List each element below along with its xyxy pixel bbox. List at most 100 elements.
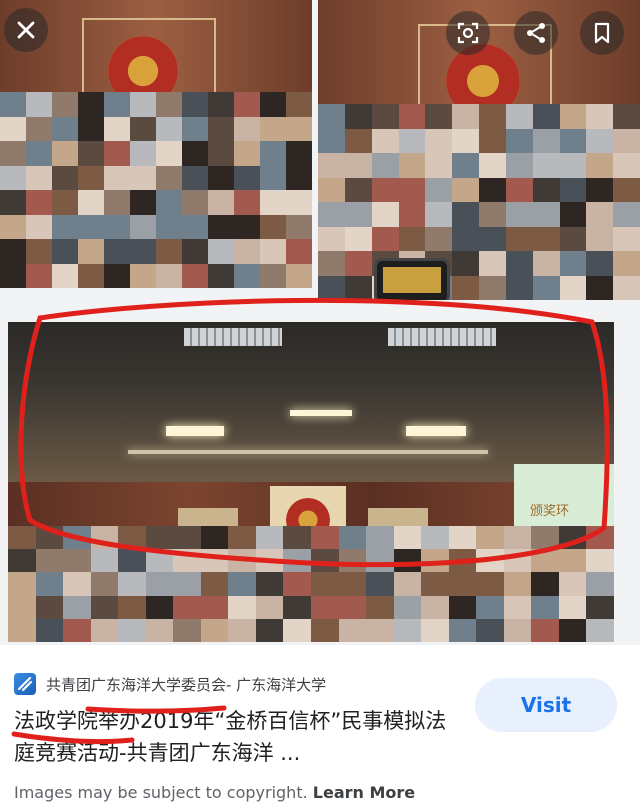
pixelation-block [182, 214, 208, 239]
visit-button[interactable]: Visit [475, 678, 617, 732]
image-viewer[interactable]: 颁奖环 [0, 0, 640, 645]
pixelation-block [344, 153, 372, 178]
pixelation-block [228, 572, 256, 596]
pixelation-block [130, 239, 156, 264]
pixelation-block [532, 153, 560, 178]
pixelation-block [173, 595, 201, 619]
pixelation-block [156, 263, 182, 288]
pixelation-block [8, 549, 36, 573]
pixelation-block [366, 595, 394, 619]
pixelation-block [344, 202, 372, 227]
pixelation-block [318, 153, 345, 178]
pixelation-block [145, 618, 174, 642]
pixelation-block [559, 251, 587, 276]
pixelation-block [78, 116, 104, 141]
pixelation-block [35, 549, 64, 573]
pixelation-block [208, 92, 234, 117]
result-title[interactable]: 法政学院举办2019年“金桥百信杯”民事模拟法庭竞赛活动-共青团广东海洋 ... [14, 705, 454, 769]
pixelation-block [130, 214, 156, 239]
pixelation-block [283, 595, 311, 619]
pixelation-block [318, 104, 345, 129]
pixelation-block [173, 526, 201, 550]
pixelation-block [52, 263, 78, 288]
pixelation-block [558, 618, 587, 642]
pixelation-block [479, 202, 506, 227]
pixelation-block [613, 226, 640, 251]
pixelation-block [182, 239, 208, 264]
pixelation-block [586, 251, 614, 276]
pixelation-block [208, 116, 234, 141]
pixelation-block [208, 190, 234, 215]
pixelation-block [613, 128, 640, 153]
favicon-icon [17, 676, 33, 692]
pixelation-block [200, 549, 229, 573]
pixelation-block [0, 165, 26, 190]
learn-more-link[interactable]: Learn More [313, 783, 415, 802]
pixelation-block [26, 214, 52, 239]
pixelation-block [452, 275, 479, 300]
pixelation-block [338, 572, 367, 596]
pixelation-block [559, 202, 587, 227]
pixelation-block [234, 239, 260, 264]
pixelation-block [8, 572, 36, 596]
pixelation-block [90, 526, 119, 550]
pixelation-block [421, 549, 449, 573]
pixelation-block [104, 263, 130, 288]
pixelation-block [505, 177, 533, 202]
source-row[interactable]: 共青团广东海洋大学委员会- 广东海洋大学 [14, 673, 326, 695]
pixelation-block [35, 595, 64, 619]
pixelation-block [452, 153, 479, 178]
pixelation-block [26, 92, 52, 117]
pixelation-block [182, 263, 208, 288]
pixelation-block [398, 177, 426, 202]
pixelation-block [8, 618, 36, 642]
pixelation-block [452, 202, 479, 227]
pixelation-block [448, 618, 477, 642]
pixelation-block [371, 128, 399, 153]
pixelation-block [156, 92, 182, 117]
close-icon [17, 21, 35, 39]
pixelation-block [156, 165, 182, 190]
bookmark-button[interactable] [580, 11, 624, 55]
pixelation-block [366, 618, 394, 642]
pixelation-block [145, 549, 174, 573]
share-button[interactable] [514, 11, 558, 55]
pixelation-block [613, 104, 640, 129]
pixelation-block [78, 190, 104, 215]
pixelation-block [104, 214, 130, 239]
pixelation-block [286, 263, 312, 288]
pixelation-block [338, 618, 367, 642]
pixelation-block [130, 263, 156, 288]
pixelation-block [344, 104, 372, 129]
pixelation-block [260, 214, 286, 239]
pixelation-block [52, 116, 78, 141]
pixelation-block [78, 141, 104, 166]
pixelation-block [559, 153, 587, 178]
pixelation-block [503, 595, 532, 619]
pixelation-block [613, 275, 640, 300]
pixelation-block [35, 572, 64, 596]
pixelation-block [531, 572, 559, 596]
pixelation-block [398, 128, 426, 153]
pixelation-block [104, 190, 130, 215]
pixelation-block [0, 214, 26, 239]
pixelation-block [255, 572, 284, 596]
pixelation-block [425, 202, 453, 227]
lens-button[interactable] [446, 11, 490, 55]
pixelation-block [260, 239, 286, 264]
pixelation-block [156, 239, 182, 264]
pixelation-block [130, 141, 156, 166]
pixelation-block [371, 104, 399, 129]
pixelation-block [366, 572, 394, 596]
pixelation-block [118, 572, 146, 596]
pixelation-block [286, 141, 312, 166]
pixelation-block [476, 526, 504, 550]
close-button[interactable] [4, 8, 48, 52]
pixelation-block [283, 572, 311, 596]
pixelation-block [8, 595, 36, 619]
pixelation-block [448, 526, 477, 550]
pixelation-block [558, 549, 587, 573]
pixelation-block [52, 92, 78, 117]
pixelation-block [156, 116, 182, 141]
pixelation-block [90, 618, 119, 642]
